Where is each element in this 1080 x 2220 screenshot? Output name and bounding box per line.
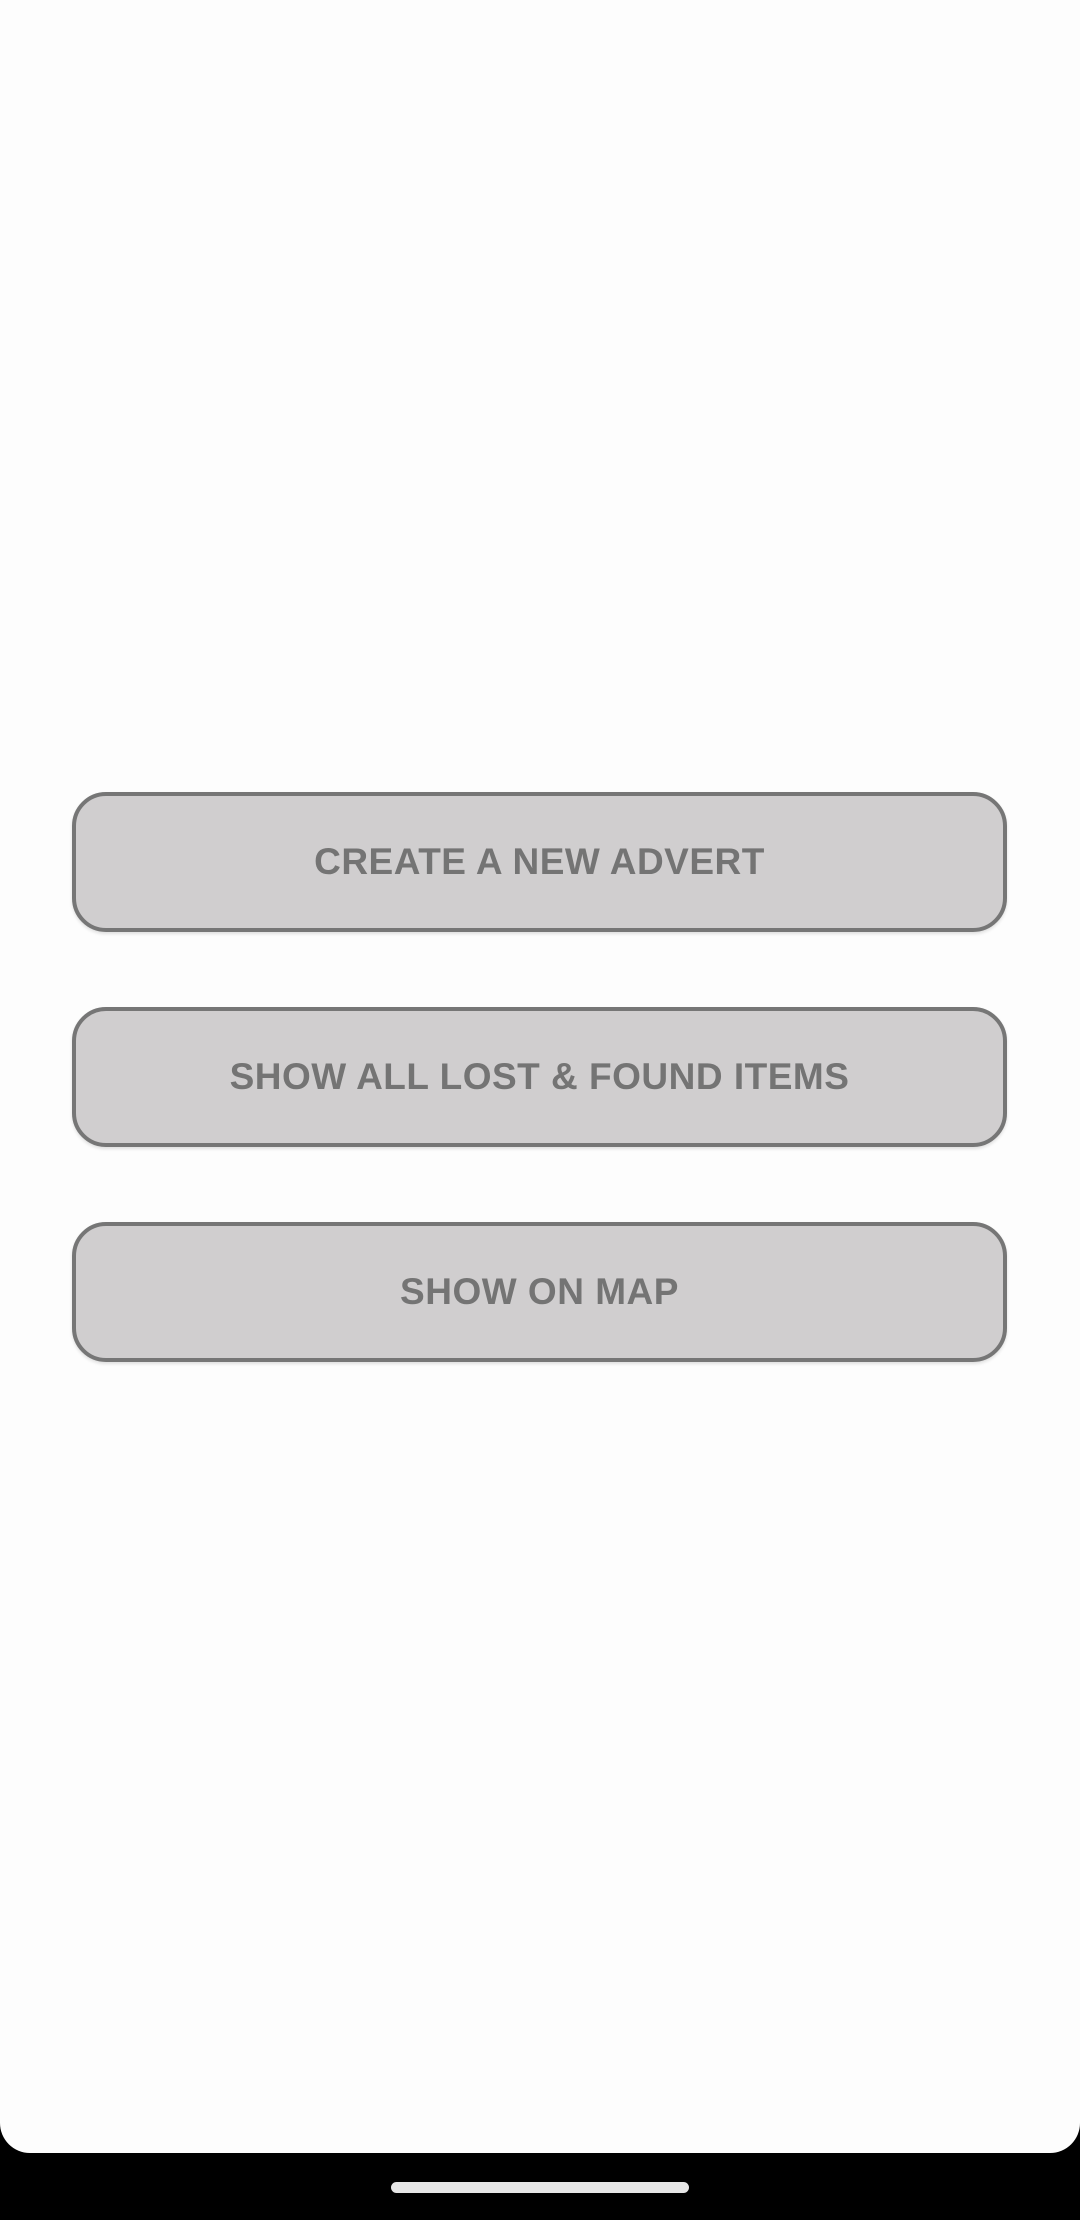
show-on-map-button[interactable]: SHOW ON MAP: [72, 1222, 1007, 1362]
screen-corner-right: [1050, 2123, 1080, 2153]
system-navigation-bar: [0, 2123, 1080, 2220]
create-new-advert-label: CREATE A NEW ADVERT: [314, 841, 765, 882]
create-new-advert-button[interactable]: CREATE A NEW ADVERT: [72, 792, 1007, 932]
home-gesture-handle[interactable]: [391, 2182, 689, 2193]
main-screen: CREATE A NEW ADVERT SHOW ALL LOST & FOUN…: [0, 0, 1080, 2153]
show-all-lost-found-items-button[interactable]: SHOW ALL LOST & FOUND ITEMS: [72, 1007, 1007, 1147]
screen-corner-left: [0, 2123, 30, 2153]
show-on-map-label: SHOW ON MAP: [400, 1271, 679, 1312]
show-all-lost-found-items-label: SHOW ALL LOST & FOUND ITEMS: [229, 1056, 850, 1097]
